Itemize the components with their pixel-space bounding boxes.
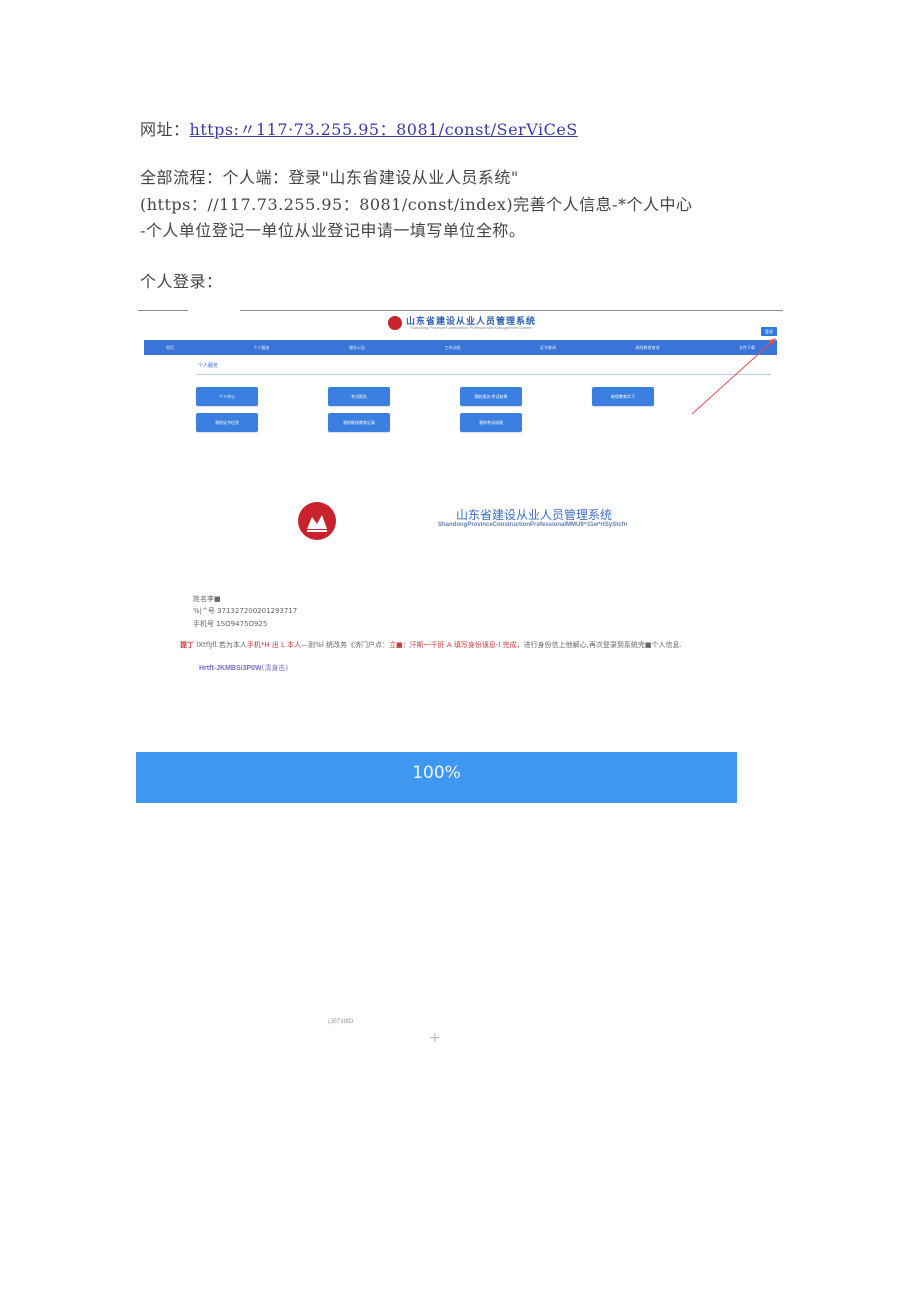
flow-line-1: 全部流程：个人端：登录"山东省建设从业人员系统" <box>140 168 519 187</box>
education-record-button[interactable]: 我的继续教育记录 <box>328 413 390 432</box>
plus-icon: + <box>429 1030 441 1046</box>
divider <box>240 310 783 311</box>
nav-item-news[interactable]: 工作动态 <box>445 345 461 351</box>
url-line: 网址：https:〃117·73.255.95：8081∕const∕SerVi… <box>140 116 578 140</box>
name-field: 姓名李■ <box>193 595 221 603</box>
exam-result-button[interactable]: 我的报名/考试结果 <box>460 387 522 406</box>
section-title: 个人服务 <box>198 363 219 369</box>
footer-text: (JBTirtlfO <box>328 1019 354 1025</box>
embedded-screenshot-portal: 山东省建设从业人员管理系统 Shandong Province Construc… <box>138 306 783 440</box>
nav-item-personal[interactable]: 个人服务 <box>254 345 270 351</box>
verify-link[interactable]: Hrtft-JKMBSi3P0W(清身击) <box>199 663 288 673</box>
notice-text: 提丁 lXtflJfl.若为本人手机*H 出 L 本人—则%l 统改务《济门户点… <box>180 641 682 649</box>
exam-score-button[interactable]: 我的考试成绩 <box>460 413 522 432</box>
system-subtitle: ShandongProvinceConstructionProfessional… <box>438 522 628 528</box>
personal-center-button[interactable]: 个人中心 <box>196 387 258 406</box>
certificate-button[interactable]: 我的证书信息 <box>196 413 258 432</box>
section-login-heading: 个人登录： <box>140 272 223 291</box>
divider <box>196 374 771 375</box>
url-link[interactable]: https:〃117·73.255.95：8081∕const∕SerViCeS <box>190 120 578 139</box>
education-button[interactable]: 继续教育学习 <box>592 387 654 406</box>
nav-item-notice[interactable]: 服务公告 <box>349 345 365 351</box>
flow-line-3: -个人单位登记一单位从业登记申请一填写单位全称。 <box>140 221 526 240</box>
annotation-arrow-icon <box>691 338 776 415</box>
progress-label: 100% <box>412 763 461 783</box>
id-number-field: %|^号 371327200201293717 <box>193 607 298 615</box>
url-label: 网址： <box>140 120 190 139</box>
nav-item-education[interactable]: 继续教育查询 <box>636 345 660 351</box>
flow-line-2: (https：//117.73.255.95：8081∕const∕index)… <box>140 195 693 214</box>
divider <box>138 310 188 311</box>
system-title: 山东省建设从业人员管理系统 <box>456 508 613 522</box>
phone-field: 手机号 1SO9475O925 <box>193 620 268 628</box>
nav-item-certificate[interactable]: 证书查询 <box>540 345 556 351</box>
progress-bar: 100% <box>136 752 737 803</box>
logo-icon <box>298 502 336 540</box>
logo-icon <box>388 316 402 330</box>
notice-prefix: 提丁 <box>180 641 194 649</box>
portal-subtitle: Shandong Province Construction Professio… <box>410 325 533 330</box>
nav-bar: 首页 个人服务 服务公告 工作动态 证书查询 继续教育查询 文件下载 <box>144 340 777 355</box>
exam-signup-button[interactable]: 考试报名 <box>328 387 390 406</box>
login-button[interactable]: 登录 <box>761 327 777 336</box>
nav-item-home[interactable]: 首页 <box>166 345 174 351</box>
